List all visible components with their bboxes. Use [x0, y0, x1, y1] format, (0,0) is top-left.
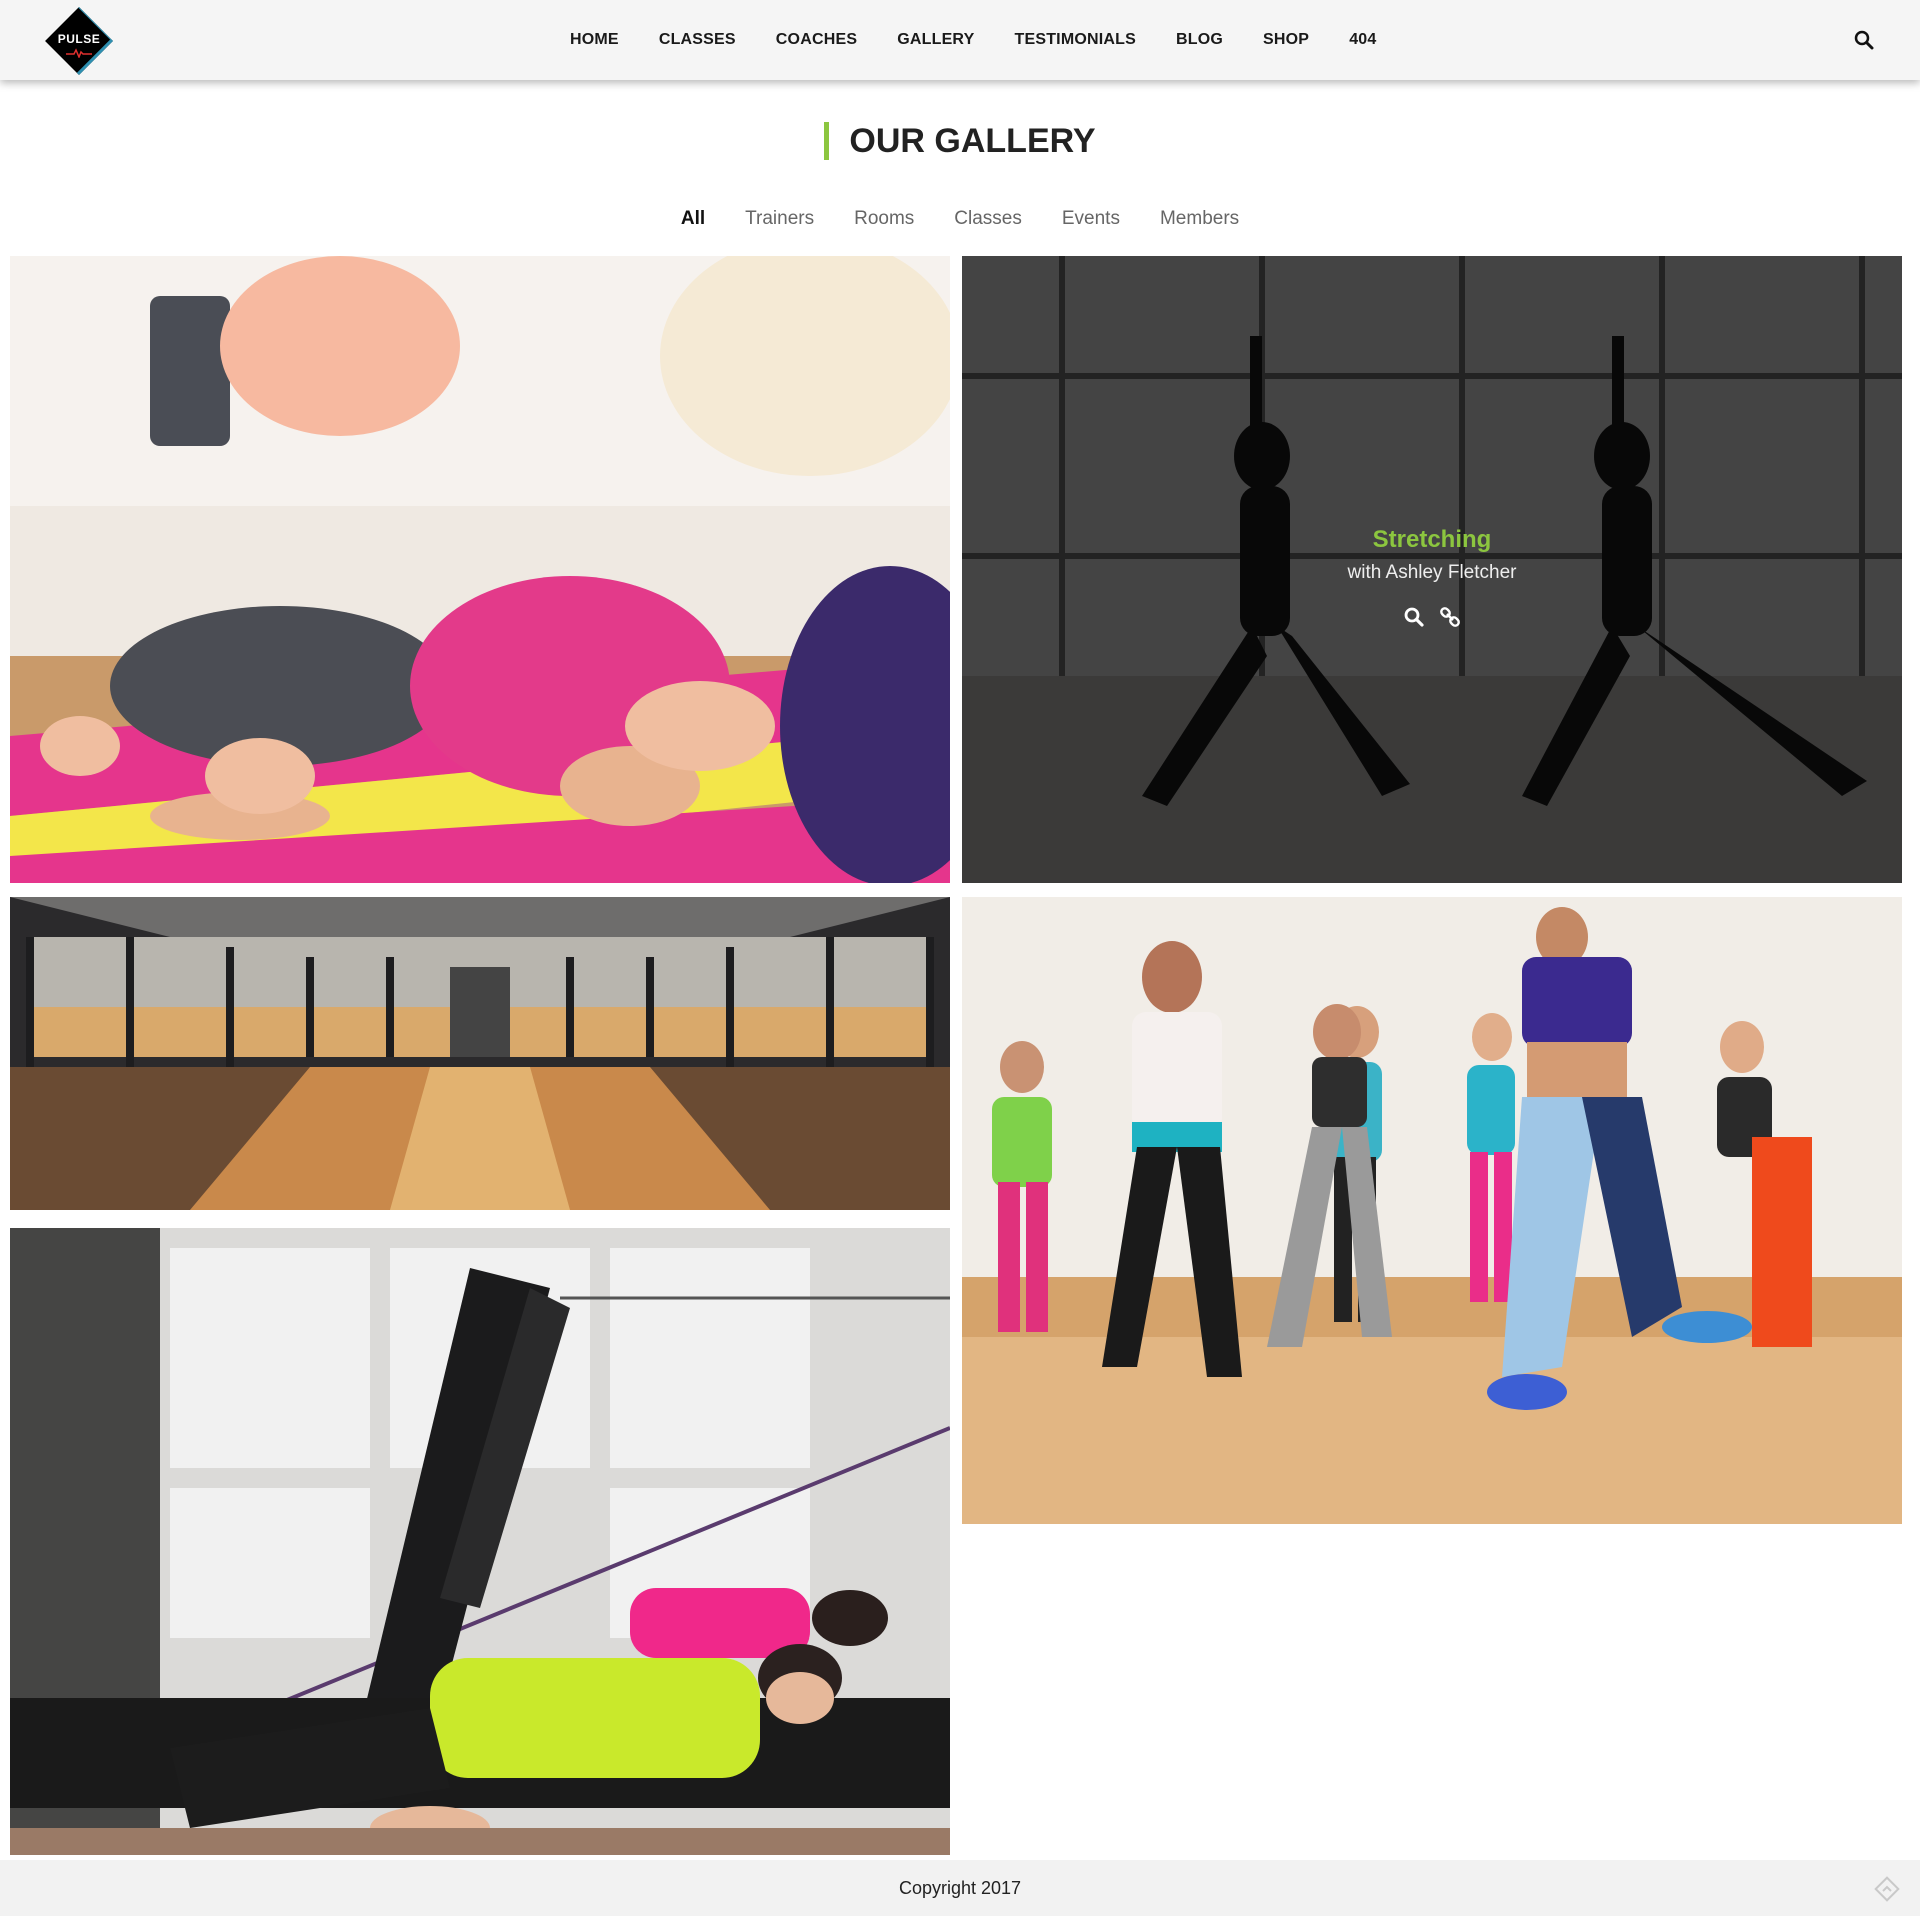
nav-testimonials[interactable]: TESTIMONIALS	[1014, 31, 1136, 49]
filter-all[interactable]: All	[681, 208, 705, 230]
gallery-filters: All Trainers Rooms Classes Events Member…	[0, 208, 1920, 230]
gallery-title-section: OUR GALLERY	[0, 122, 1920, 160]
copyright-text: Copyright 2017	[898, 1878, 1022, 1898]
hover-overlay: Stretching with Ashley Fletcher	[962, 256, 1902, 883]
pilates-reformer-photo	[10, 1228, 950, 1855]
nav-home[interactable]: HOME	[570, 31, 619, 49]
filter-members[interactable]: Members	[1160, 208, 1239, 230]
nav-shop[interactable]: SHOP	[1263, 31, 1309, 49]
yoga-meditation-photo	[10, 256, 950, 883]
site-footer: Copyright 2017	[0, 1860, 1920, 1916]
filter-events[interactable]: Events	[1062, 208, 1120, 230]
filter-classes[interactable]: Classes	[954, 208, 1022, 230]
dance-class-photo	[962, 897, 1902, 1524]
search-icon[interactable]	[1854, 30, 1874, 50]
filter-rooms[interactable]: Rooms	[854, 208, 914, 230]
main-nav: HOME CLASSES COACHES GALLERY TESTIMONIAL…	[570, 0, 1416, 80]
gym-room-photo	[10, 897, 950, 1210]
gallery-item-stretching[interactable]: Stretching with Ashley Fletcher	[962, 256, 1902, 883]
gallery-item-dance[interactable]	[962, 897, 1902, 1524]
pulse-logo[interactable]: PULSE	[44, 6, 114, 76]
overlay-actions	[962, 606, 1902, 628]
nav-gallery[interactable]: GALLERY	[897, 31, 974, 49]
page-title: OUR GALLERY	[824, 122, 1096, 160]
overlay-subtitle: with Ashley Fletcher	[1347, 562, 1517, 583]
zoom-icon[interactable]	[1403, 606, 1425, 628]
nav-blog[interactable]: BLOG	[1176, 31, 1223, 49]
nav-coaches[interactable]: COACHES	[776, 31, 857, 49]
overlay-caption: Stretching with Ashley Fletcher	[962, 526, 1902, 628]
overlay-title: Stretching	[1372, 526, 1492, 553]
link-icon[interactable]	[1439, 606, 1461, 628]
gallery-item-room[interactable]	[10, 897, 950, 1210]
nav-404[interactable]: 404	[1349, 31, 1376, 49]
gallery-item-pilates[interactable]	[10, 1228, 950, 1855]
back-to-top-icon[interactable]	[1874, 1876, 1900, 1902]
heartbeat-icon	[66, 48, 92, 58]
gallery-item-yoga[interactable]	[10, 256, 950, 883]
nav-classes[interactable]: CLASSES	[659, 31, 736, 49]
logo-text: PULSE	[57, 32, 101, 46]
site-header: PULSE HOME CLASSES COACHES GALLERY TESTI…	[0, 0, 1920, 80]
filter-trainers[interactable]: Trainers	[745, 208, 814, 230]
